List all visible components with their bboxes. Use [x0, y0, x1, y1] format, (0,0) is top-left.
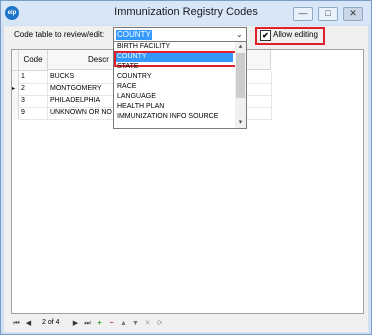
allow-editing-checkbox[interactable]: ✔: [260, 30, 271, 41]
code-table-dropdown-list[interactable]: BIRTH FACILITY COUNTY STATE COUNTRY RACE…: [113, 41, 247, 129]
dropdown-scrollbar[interactable]: ▴ ▾: [235, 42, 246, 128]
row-indicator: [12, 95, 19, 107]
cancel-edit-button[interactable]: ✕: [142, 318, 153, 329]
scrollbar-thumb[interactable]: [236, 53, 245, 98]
last-record-button[interactable]: ⏭: [82, 318, 93, 329]
move-down-button[interactable]: ▼: [130, 318, 141, 329]
allow-editing-highlight: ✔ Allow editing: [255, 27, 325, 45]
refresh-button[interactable]: ⟳: [154, 318, 165, 329]
chevron-down-icon[interactable]: ⌄: [233, 28, 246, 42]
dropdown-option[interactable]: COUNTRY: [115, 72, 233, 82]
previous-record-button[interactable]: ◀: [23, 318, 34, 329]
dropdown-option[interactable]: STATE: [115, 62, 233, 72]
move-up-button[interactable]: ▲: [118, 318, 129, 329]
dropdown-option[interactable]: IMMUNIZATION INFO SOURCE: [115, 112, 233, 122]
record-navigator: ⏮ ◀ 2 of 4 ▶ ⏭ + − ▲ ▼ ✕ ⟳: [11, 318, 181, 330]
column-header-code[interactable]: Code: [19, 50, 48, 71]
code-table-label: Code table to review/edit:: [14, 30, 105, 39]
row-header-corner: [12, 50, 19, 71]
delete-record-button[interactable]: −: [106, 318, 117, 329]
dropdown-option[interactable]: LANGUAGE: [115, 92, 233, 102]
record-position-text: 2 of 4: [42, 319, 60, 326]
dropdown-option[interactable]: RACE: [115, 82, 233, 92]
row-indicator: [12, 107, 19, 119]
close-button[interactable]: ✕: [343, 7, 363, 21]
row-indicator: ▸: [12, 83, 19, 95]
scroll-up-icon[interactable]: ▴: [235, 42, 246, 52]
maximize-button[interactable]: □: [318, 7, 338, 21]
scroll-down-icon[interactable]: ▾: [235, 118, 246, 128]
dropdown-option[interactable]: HEALTH PLAN: [115, 102, 233, 112]
first-record-button[interactable]: ⏮: [11, 318, 22, 329]
code-cell[interactable]: 9: [19, 107, 48, 120]
row-indicator: [12, 71, 19, 83]
title-bar[interactable]: eip Immunization Registry Codes — □ ✕: [1, 1, 371, 25]
combo-selected-value: COUNTY: [116, 30, 152, 40]
next-record-button[interactable]: ▶: [70, 318, 81, 329]
add-record-button[interactable]: +: [94, 318, 105, 329]
allow-editing-label[interactable]: Allow editing: [273, 30, 318, 39]
minimize-button[interactable]: —: [293, 7, 313, 21]
window-title: Immunization Registry Codes: [114, 6, 258, 18]
